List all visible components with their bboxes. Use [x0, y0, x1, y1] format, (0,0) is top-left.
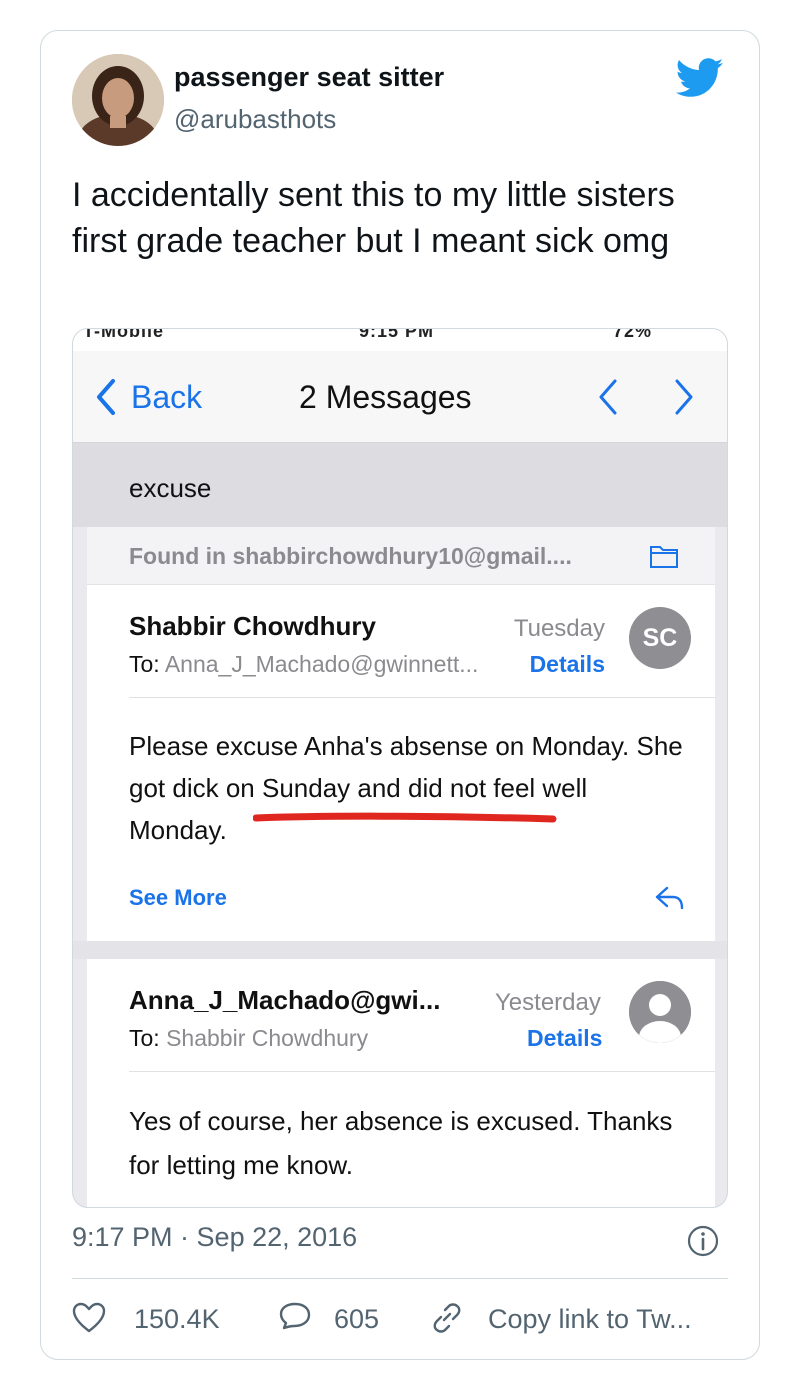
- author-handle[interactable]: @arubasthots: [174, 104, 336, 135]
- like-count: 150.4K: [134, 1304, 220, 1334]
- message-body: Please excuse Anha's absense on Monday. …: [129, 731, 683, 845]
- header-divider: [129, 697, 715, 698]
- found-in-bar: Found in shabbirchowdhury10@gmail....: [87, 527, 715, 585]
- details-link[interactable]: Details: [527, 1025, 602, 1052]
- message-body: Yes of course, her absence is excused. T…: [129, 1106, 673, 1180]
- message-gap: [73, 941, 727, 959]
- details-link[interactable]: Details: [530, 651, 605, 678]
- tweet-actions: 150.4K 605 Copy link to Tw...: [72, 1300, 728, 1340]
- to-label: To:: [129, 1025, 160, 1051]
- sender-name: Shabbir Chowdhury: [129, 611, 376, 641]
- link-icon: [433, 1303, 461, 1333]
- carrier-label: T-Mobile: [83, 329, 164, 341]
- recipient-address: Shabbir Chowdhury: [166, 1025, 369, 1051]
- email-message-1[interactable]: Shabbir Chowdhury Tuesday To: Anna_J_Mac…: [87, 585, 715, 941]
- sender-name: Anna_J_Machado@gwi...: [129, 985, 441, 1015]
- author-display-name[interactable]: passenger seat sitter: [174, 62, 444, 93]
- message-date: Yesterday: [495, 989, 601, 1016]
- recipient-address: Anna_J_Machado@gwinnett...: [164, 651, 479, 677]
- reply-bubble-icon: [279, 1302, 311, 1330]
- actions-divider: [72, 1278, 728, 1279]
- recipient-line: To: Anna_J_Machado@gwinnett...: [129, 651, 478, 678]
- email-subject: excuse: [129, 473, 212, 503]
- mail-nav-bar: Back 2 Messages: [73, 351, 727, 443]
- header-divider: [129, 1071, 715, 1072]
- chevron-left-icon[interactable]: [91, 377, 121, 417]
- recipient-line: To: Shabbir Chowdhury: [129, 1025, 368, 1052]
- reply-button[interactable]: 605: [278, 1300, 408, 1340]
- thread-title: 2 Messages: [299, 379, 472, 415]
- copy-link-label: Copy link to Tw...: [488, 1304, 692, 1334]
- previous-message-icon[interactable]: [593, 377, 623, 417]
- sender-avatar: SC: [629, 607, 691, 669]
- message-date: Tuesday: [513, 615, 605, 642]
- reply-icon[interactable]: [655, 885, 685, 911]
- default-avatar-icon: [629, 981, 691, 1043]
- to-label: To:: [129, 651, 160, 677]
- folder-icon[interactable]: [649, 543, 679, 569]
- battery-percent: 72%: [613, 329, 653, 341]
- twitter-bird-icon[interactable]: [676, 58, 724, 98]
- see-more-link[interactable]: See More: [129, 885, 227, 911]
- phone-status-bar: T-Mobile 9:15 PM 72%: [73, 329, 727, 351]
- like-button[interactable]: 150.4K: [72, 1300, 242, 1340]
- info-icon[interactable]: [686, 1224, 720, 1258]
- subject-bar: excuse: [73, 443, 727, 527]
- back-button[interactable]: Back: [131, 379, 202, 416]
- copy-link-button[interactable]: Copy link to Tw...: [430, 1300, 728, 1340]
- email-message-2[interactable]: Anna_J_Machado@gwi... Yesterday To: Shab…: [87, 959, 715, 1207]
- email-screenshot: T-Mobile 9:15 PM 72% Back 2 Messages exc…: [72, 328, 728, 1208]
- reply-count: 605: [334, 1304, 380, 1334]
- found-in-label: Found in shabbirchowdhury10@gmail....: [129, 543, 572, 569]
- tweet-text: I accidentally sent this to my little si…: [72, 176, 675, 260]
- next-message-icon[interactable]: [669, 377, 699, 417]
- tweet-timestamp[interactable]: 9:17 PM · Sep 22, 2016: [72, 1222, 357, 1253]
- red-underline-annotation: [253, 812, 557, 823]
- heart-icon: [72, 1302, 106, 1333]
- status-time: 9:15 PM: [359, 329, 435, 341]
- author-avatar[interactable]: [72, 54, 164, 146]
